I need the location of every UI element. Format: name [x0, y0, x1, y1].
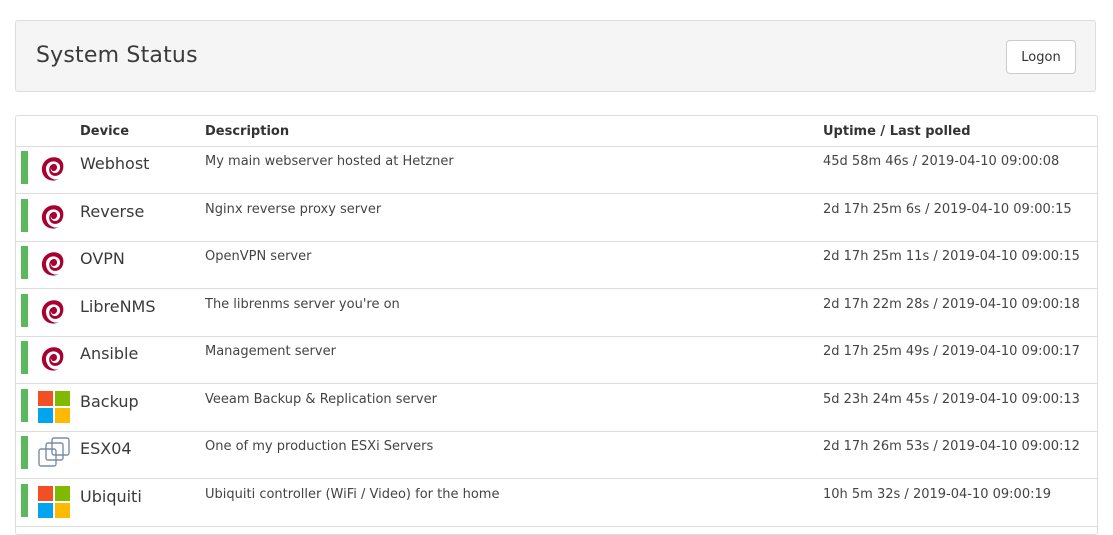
table-row[interactable]: Ubiquiti Ubiquiti controller (WiFi / Vide… — [16, 479, 1097, 527]
status-indicator — [21, 388, 28, 422]
debian-icon — [37, 200, 71, 234]
device-description: OpenVPN server — [205, 249, 312, 264]
device-name[interactable]: OVPN — [80, 249, 125, 268]
status-indicator — [21, 341, 28, 374]
header-panel: System Status Logon — [15, 20, 1096, 92]
debian-icon — [37, 295, 71, 329]
column-header-uptime: Uptime / Last polled — [823, 124, 971, 139]
status-indicator — [21, 198, 28, 232]
windows-icon — [37, 390, 71, 424]
table-row[interactable]: Ansible Management server 2d 17h 25m 49s /… — [16, 336, 1097, 384]
status-indicator — [21, 151, 28, 184]
device-uptime: 2d 17h 26m 53s / 2019-04-10 09:00:12 — [823, 439, 1080, 454]
windows-icon — [37, 485, 71, 519]
status-indicator — [21, 246, 28, 279]
debian-icon — [37, 342, 71, 376]
device-name[interactable]: Webhost — [80, 154, 149, 173]
device-description: Nginx reverse proxy server — [205, 201, 382, 217]
device-name[interactable]: Ubiquiti — [80, 487, 142, 506]
device-description: My main webserver hosted at Hetzner — [205, 154, 454, 169]
table-header: Device Description Uptime / Last polled — [16, 116, 1097, 147]
column-header-description: Description — [205, 124, 290, 139]
device-table: Device Description Uptime / Last polled … — [15, 115, 1098, 535]
table-row[interactable]: Reverse Nginx reverse proxy server 2d 17h … — [16, 194, 1097, 242]
device-description: The librenms server you're on — [205, 296, 400, 312]
device-description: Veeam Backup & Replication server — [205, 391, 437, 407]
table-row[interactable]: Webhost My main webserver hosted at Hetzn… — [16, 146, 1097, 194]
device-uptime: 2d 17h 25m 11s / 2019-04-10 09:00:15 — [823, 249, 1080, 264]
device-uptime: 2d 17h 25m 6s / 2019-04-10 09:00:15 — [823, 201, 1072, 217]
device-uptime: 45d 58m 46s / 2019-04-10 09:00:08 — [823, 154, 1060, 169]
table-row[interactable]: LibreNMS The librenms server you're on 2d … — [16, 289, 1097, 337]
status-indicator — [21, 483, 28, 517]
logon-button[interactable]: Logon — [1006, 40, 1076, 74]
device-description: Management server — [205, 344, 336, 359]
device-name[interactable]: ESX04 — [80, 439, 132, 458]
device-description: Ubiquiti controller (WiFi / Video) for t… — [205, 486, 500, 502]
device-uptime: 5d 23h 24m 45s / 2019-04-10 09:00:13 — [823, 391, 1080, 407]
table-row[interactable]: Backup Veeam Backup & Replication server 5… — [16, 384, 1097, 432]
device-description: One of my production ESXi Servers — [205, 439, 434, 454]
device-name[interactable]: LibreNMS — [80, 297, 156, 316]
debian-icon — [37, 247, 71, 281]
device-uptime: 2d 17h 22m 28s / 2019-04-10 09:00:18 — [823, 296, 1080, 312]
table-row[interactable]: ESX04 One of my production ESXi Servers 2d… — [16, 431, 1097, 479]
vmware-icon — [37, 437, 71, 471]
column-header-device: Device — [80, 124, 130, 139]
device-name[interactable]: Reverse — [80, 202, 144, 221]
table-row[interactable]: OVPN OpenVPN server 2d 17h 25m 11s / 2019-… — [16, 241, 1097, 289]
status-indicator — [21, 293, 28, 327]
device-uptime: 10h 5m 32s / 2019-04-10 09:00:19 — [823, 486, 1052, 502]
device-name[interactable]: Ansible — [80, 344, 138, 363]
device-uptime: 2d 17h 25m 49s / 2019-04-10 09:00:17 — [823, 344, 1080, 359]
debian-icon — [37, 152, 71, 186]
page-title: System Status — [36, 43, 198, 68]
device-name[interactable]: Backup — [80, 392, 139, 411]
status-indicator — [21, 436, 28, 469]
